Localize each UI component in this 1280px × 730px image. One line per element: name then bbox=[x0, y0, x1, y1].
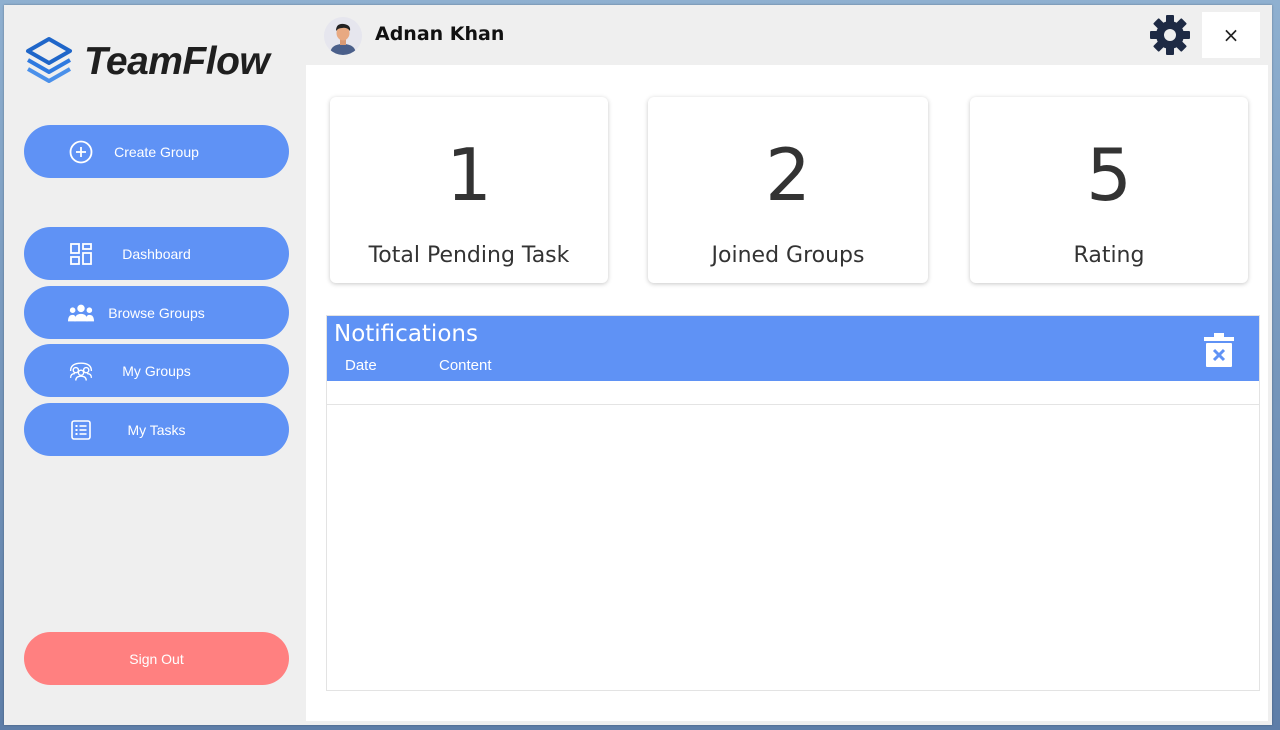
stat-card-rating: 5 Rating bbox=[970, 97, 1248, 283]
sidebar-item-label: Browse Groups bbox=[108, 304, 205, 321]
stat-caption: Joined Groups bbox=[711, 243, 865, 268]
avatar[interactable] bbox=[324, 17, 362, 55]
notifications-header: Notifications Date Content bbox=[327, 316, 1259, 381]
sidebar-item-label: My Tasks bbox=[127, 421, 186, 438]
stat-value: 5 bbox=[1086, 133, 1132, 217]
sidebar-item-label: Dashboard bbox=[122, 245, 191, 262]
sidebar-item-my-groups[interactable]: My Groups bbox=[24, 344, 289, 397]
sidebar-item-dashboard[interactable]: Dashboard bbox=[24, 227, 289, 280]
notifications-panel: Notifications Date Content bbox=[326, 315, 1260, 691]
stat-caption: Rating bbox=[1073, 243, 1145, 268]
username: Adnan Khan bbox=[375, 23, 505, 45]
dashboard-main: 1 Total Pending Task 2 Joined Groups 5 R… bbox=[306, 65, 1268, 721]
clear-trash-icon[interactable] bbox=[1203, 332, 1235, 368]
close-icon: × bbox=[1222, 23, 1240, 47]
close-button[interactable]: × bbox=[1202, 12, 1260, 58]
stat-card-pending-tasks: 1 Total Pending Task bbox=[330, 97, 608, 283]
create-group-button[interactable]: Create Group bbox=[24, 125, 289, 178]
stat-caption: Total Pending Task bbox=[368, 243, 570, 268]
notifications-title: Notifications bbox=[334, 321, 478, 347]
sign-out-button[interactable]: Sign Out bbox=[24, 632, 289, 685]
stat-value: 2 bbox=[765, 133, 811, 217]
stat-card-joined-groups: 2 Joined Groups bbox=[648, 97, 928, 283]
sidebar-item-my-tasks[interactable]: My Tasks bbox=[24, 403, 289, 456]
app-window: TeamFlow Create Group Dashboard Browse G… bbox=[4, 5, 1272, 725]
logo-text: TeamFlow bbox=[84, 40, 270, 83]
app-logo: TeamFlow bbox=[24, 35, 270, 89]
column-header-content: Content bbox=[439, 357, 492, 374]
top-header: Adnan Khan × bbox=[306, 5, 1272, 65]
sidebar-item-label: My Groups bbox=[122, 362, 191, 379]
create-group-label: Create Group bbox=[114, 143, 199, 160]
sidebar-item-browse-groups[interactable]: Browse Groups bbox=[24, 286, 289, 339]
sidebar: TeamFlow Create Group Dashboard Browse G… bbox=[4, 5, 304, 725]
gear-icon[interactable] bbox=[1148, 13, 1192, 57]
table-divider bbox=[327, 404, 1259, 405]
sign-out-label: Sign Out bbox=[129, 650, 184, 667]
stat-value: 1 bbox=[446, 133, 492, 217]
column-header-date: Date bbox=[345, 357, 377, 374]
layers-logo-icon bbox=[26, 37, 72, 83]
